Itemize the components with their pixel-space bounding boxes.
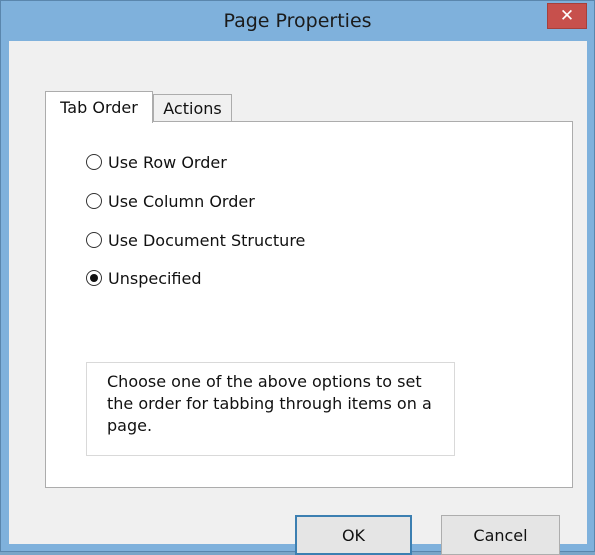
ok-button-label: OK <box>341 525 366 545</box>
close-button[interactable]: ✕ <box>547 3 587 29</box>
radio-label: Unspecified <box>108 268 202 288</box>
help-text: Choose one of the above options to set t… <box>107 372 432 435</box>
tab-label: Actions <box>163 98 222 118</box>
radio-circle-icon[interactable] <box>86 232 102 248</box>
radio-unspecified[interactable]: Unspecified <box>86 267 202 289</box>
cancel-button[interactable]: Cancel <box>441 515 560 555</box>
radio-circle-icon[interactable] <box>86 193 102 209</box>
radio-label: Use Document Structure <box>108 230 306 250</box>
dialog-client-area: Tab Order Actions Use Row Order Use Colu… <box>9 41 587 555</box>
tab-label: Tab Order <box>60 98 138 117</box>
radio-label: Use Column Order <box>108 191 255 211</box>
radio-label: Use Row Order <box>108 152 227 172</box>
close-icon: ✕ <box>559 6 575 26</box>
tab-tab-order[interactable]: Tab Order <box>45 91 153 123</box>
radio-use-row-order[interactable]: Use Row Order <box>86 151 227 173</box>
radio-circle-icon[interactable] <box>86 154 102 170</box>
radio-use-document-structure[interactable]: Use Document Structure <box>86 229 305 251</box>
radio-selected-icon[interactable] <box>86 270 102 286</box>
radio-use-column-order[interactable]: Use Column Order <box>86 190 255 212</box>
title-bar[interactable]: Page Properties ✕ <box>1 1 594 39</box>
cancel-button-label: Cancel <box>473 525 528 545</box>
help-text-box: Choose one of the above options to set t… <box>86 362 455 456</box>
ok-button[interactable]: OK <box>295 515 412 555</box>
dialog-window: Page Properties ✕ Tab Order Actions Use … <box>0 0 595 555</box>
dialog-title: Page Properties <box>223 10 372 32</box>
tab-order-panel: Use Row Order Use Column Order Use Docum… <box>45 121 573 488</box>
tab-actions[interactable]: Actions <box>153 94 232 122</box>
